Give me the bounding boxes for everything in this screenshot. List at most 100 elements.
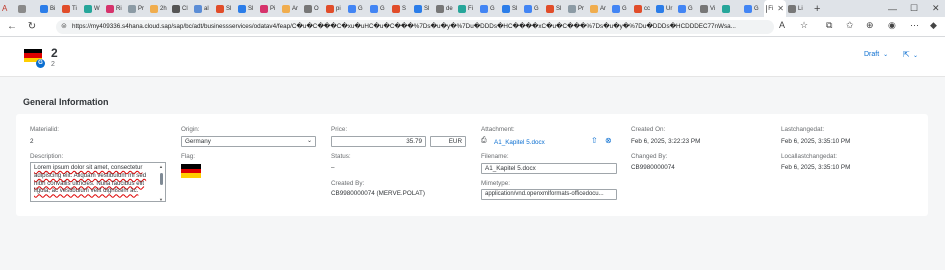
- origin-select[interactable]: Germany ⌄: [181, 136, 316, 147]
- browser-tab[interactable]: Cl: [170, 0, 192, 17]
- tab-favicon-icon: [568, 4, 576, 13]
- tab-favicon-icon: [370, 4, 378, 13]
- browser-tab[interactable]: [720, 0, 742, 17]
- browser-tab[interactable]: Ti: [60, 0, 82, 17]
- browser-tab[interactable]: O: [302, 0, 324, 17]
- browser-tab[interactable]: Sl: [500, 0, 522, 17]
- tab-label: Pr: [578, 5, 584, 12]
- back-button[interactable]: ←: [4, 21, 20, 32]
- browser-tab[interactable]: al: [192, 0, 214, 17]
- tab-label: Ti: [72, 5, 77, 12]
- site-info-icon[interactable]: ⊜: [61, 20, 67, 34]
- copilot-icon[interactable]: ◆: [930, 20, 937, 31]
- browser-tab[interactable]: Ar: [280, 0, 302, 17]
- tab-favicon-icon: [62, 4, 70, 13]
- tab-favicon-icon: [40, 4, 48, 13]
- browser-tab[interactable]: Sl: [214, 0, 236, 17]
- tab-favicon-icon: [260, 4, 268, 13]
- url-text: https://my409336.s4hana.cloud.sap/sap/bc…: [72, 23, 736, 30]
- browser-tab[interactable]: cc: [632, 0, 654, 17]
- browser-tab[interactable]: 2h: [148, 0, 170, 17]
- upload-icon[interactable]: ⇧: [591, 136, 598, 145]
- browser-tab[interactable]: Sl: [544, 0, 566, 17]
- browser-profile-icon[interactable]: A: [0, 0, 16, 17]
- browser-tab[interactable]: pi: [324, 0, 346, 17]
- collections-icon[interactable]: ⊕: [866, 20, 874, 31]
- scrollbar-thumb[interactable]: [160, 173, 163, 185]
- browser-tab[interactable]: Ur: [654, 0, 676, 17]
- mimetype-input[interactable]: application/vnd.openxmlformats-officedoc…: [481, 189, 617, 200]
- chevron-down-icon: ⌄: [306, 138, 312, 144]
- share-button[interactable]: ⇱ ⌄: [903, 50, 918, 59]
- browser-tab[interactable]: G: [478, 0, 500, 17]
- draft-button[interactable]: Draft ⌄: [864, 51, 888, 58]
- minimize-button[interactable]: —: [888, 0, 897, 17]
- changed-by-label: Changed By:: [631, 153, 668, 160]
- close-window-button[interactable]: ✕: [932, 0, 940, 17]
- browser-tab[interactable]: Sl: [236, 0, 258, 17]
- attachment-label: Attachment:: [481, 126, 515, 133]
- tab-favicon-icon: [458, 4, 466, 13]
- favorite-star-icon[interactable]: ☆: [800, 20, 808, 31]
- maximize-button[interactable]: ☐: [910, 0, 918, 17]
- browser-tab[interactable]: G: [742, 0, 764, 17]
- url-field[interactable]: ⊜ https://my409336.s4hana.cloud.sap/sap/…: [56, 20, 774, 34]
- currency-input[interactable]: EUR: [430, 136, 466, 147]
- description-scrollbar[interactable]: ▲ ▼: [159, 163, 163, 201]
- browser-tab[interactable]: Bi: [38, 0, 60, 17]
- browser-tab[interactable]: G: [610, 0, 632, 17]
- browser-tab[interactable]: S: [390, 0, 412, 17]
- tab-label: O: [314, 5, 319, 12]
- tab-label: Ar: [292, 5, 298, 12]
- browser-tab[interactable]: Li: [786, 0, 808, 17]
- tab-label: 2h: [160, 5, 167, 12]
- tab-favicon-icon: [348, 4, 356, 13]
- reload-button[interactable]: ↻: [24, 21, 40, 32]
- favorites-icon[interactable]: ✩: [846, 20, 854, 31]
- browser-tab[interactable]: Sl: [412, 0, 434, 17]
- remove-attachment-icon[interactable]: ⊗: [605, 136, 612, 145]
- created-by-value: CB9980000074 (MERVE.POLAT): [331, 190, 425, 197]
- tab-favicon-icon: [282, 4, 290, 13]
- browser-tab[interactable]: [16, 0, 38, 17]
- browser-tab[interactable]: Fi: [456, 0, 478, 17]
- browser-tab[interactable]: G: [522, 0, 544, 17]
- attachment-link[interactable]: A1_Kapitel 5.docx: [494, 139, 545, 146]
- browser-tab[interactable]: Pr: [566, 0, 588, 17]
- new-tab-button[interactable]: +: [814, 3, 820, 15]
- tab-label: Sl: [248, 5, 254, 12]
- tab-favicon-icon: [304, 4, 312, 13]
- browser-tab[interactable]: Fi ✕: [764, 0, 786, 17]
- split-screen-icon[interactable]: ⧉: [826, 20, 832, 31]
- materialid-value: 2: [30, 138, 34, 145]
- browser-tab[interactable]: Pr: [126, 0, 148, 17]
- more-menu-icon[interactable]: ⋯: [910, 20, 919, 31]
- browser-tab[interactable]: Ri: [104, 0, 126, 17]
- germany-flag-icon: [181, 164, 201, 178]
- scroll-up-icon[interactable]: ▲: [159, 163, 163, 171]
- browser-address-bar: ← ↻ ⊜ https://my409336.s4hana.cloud.sap/…: [0, 17, 945, 37]
- browser-tab[interactable]: de: [434, 0, 456, 17]
- tab-label: Fi: [468, 5, 473, 12]
- share-icon: ⇱: [903, 50, 910, 59]
- origin-value: Germany: [185, 138, 211, 145]
- profile-icon[interactable]: ◉: [888, 20, 896, 31]
- browser-tab[interactable]: G: [368, 0, 390, 17]
- description-textarea[interactable]: Lorem ipsum dolor sit amet, consectetur …: [30, 162, 166, 202]
- status-value: –: [331, 164, 335, 171]
- browser-tab[interactable]: G: [346, 0, 368, 17]
- tab-favicon-icon: [172, 4, 180, 13]
- browser-tab[interactable]: Pi: [258, 0, 280, 17]
- browser-tab[interactable]: G: [676, 0, 698, 17]
- browser-tab[interactable]: Vi: [698, 0, 720, 17]
- read-aloud-icon[interactable]: A: [779, 20, 785, 30]
- filename-input[interactable]: A1_Kapitel 5.docx: [481, 163, 617, 174]
- close-tab-icon[interactable]: ✕: [777, 4, 784, 13]
- browser-tab[interactable]: W: [82, 0, 104, 17]
- browser-tab[interactable]: Ar: [588, 0, 610, 17]
- tab-label: G: [622, 5, 627, 12]
- price-input[interactable]: 35.79: [331, 136, 426, 147]
- tab-favicon-icon: [612, 4, 620, 13]
- scroll-down-icon[interactable]: ▼: [159, 196, 163, 201]
- materialid-label: Materialid:: [30, 126, 60, 133]
